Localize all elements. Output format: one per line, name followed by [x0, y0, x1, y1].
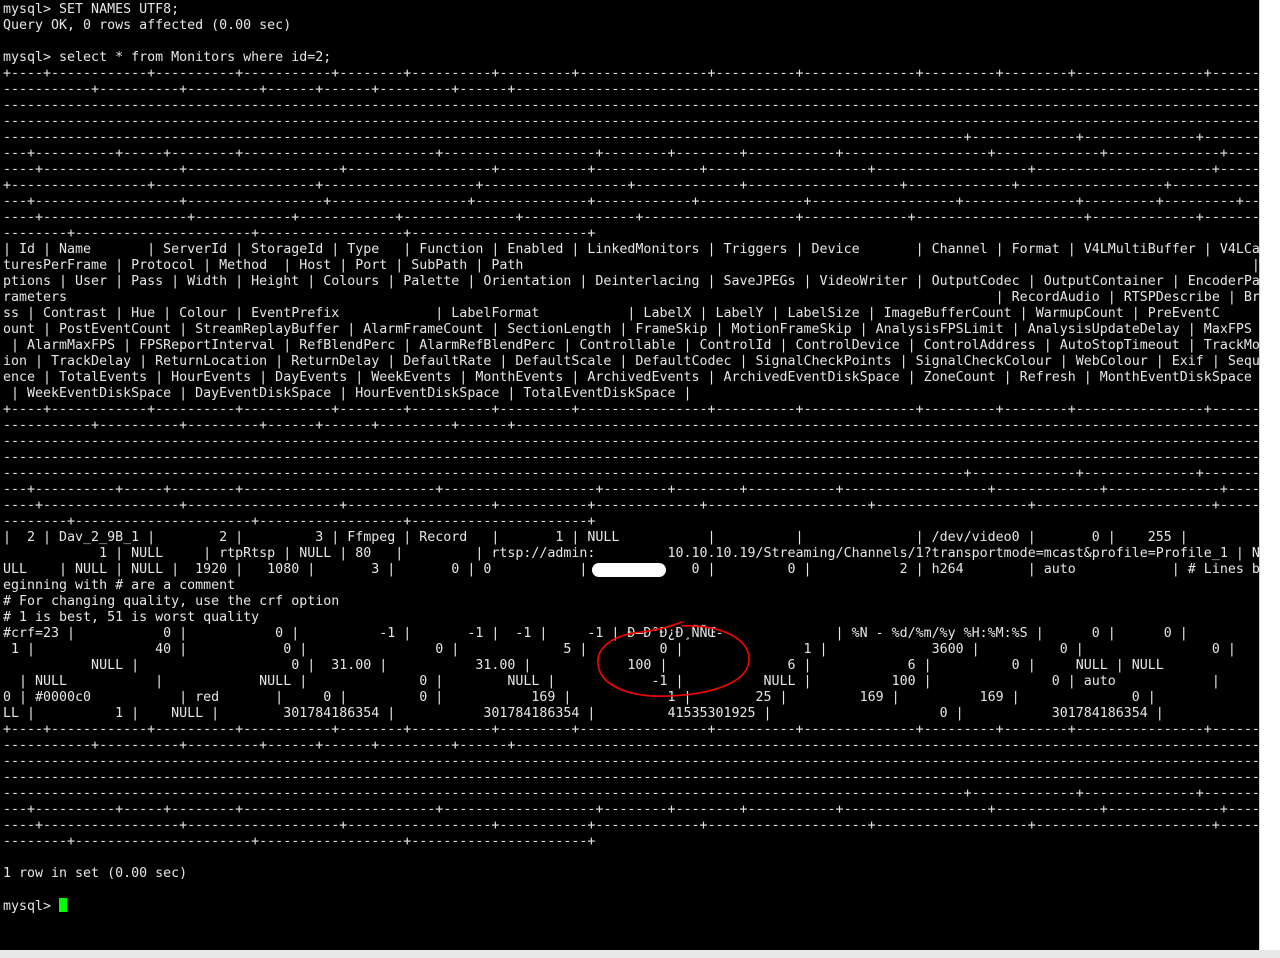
- terminal-line: ---+----------+-----+--------+----------…: [3, 802, 1259, 817]
- terminal-line: +----+------------+----------+----------…: [3, 402, 1259, 417]
- terminal-line: ount | PostEventCount | StreamReplayBuff…: [3, 322, 1252, 337]
- terminal-line: 1 row in set (0.00 sec): [3, 866, 188, 881]
- terminal-line: 1 | NULL | rtpRtsp | NULL | 80 | | rtsp:…: [3, 546, 1259, 561]
- prompt-text: mysql>: [3, 899, 60, 914]
- terminal-window[interactable]: mysql> SET NAMES UTF8; Query OK, 0 rows a…: [0, 0, 1259, 950]
- terminal-line: ----------------------------------------…: [3, 434, 1259, 449]
- terminal-line: +----+------------+----------+----------…: [3, 722, 1259, 737]
- terminal-line: ence | TotalEvents | HourEvents | DayEve…: [3, 370, 1252, 385]
- terminal-line: ion | TrackDelay | ReturnLocation | Retu…: [3, 354, 1259, 369]
- terminal-line: --------+----------------------+--------…: [3, 514, 596, 529]
- terminal-line: ----------------------------------------…: [3, 770, 1259, 785]
- terminal-line: Query OK, 0 rows affected (0.00 sec): [3, 18, 292, 33]
- terminal-line: rameters | RecordAudio | RTSPDescribe | …: [3, 290, 1259, 305]
- redacted-credentials: [592, 563, 666, 577]
- terminal-line: | WeekEventDiskSpace | DayEventDiskSpace…: [3, 386, 692, 401]
- terminal-line: ---+------------------+-----------------…: [3, 194, 1259, 209]
- terminal-line: ----------------------------------------…: [3, 466, 1259, 481]
- terminal-line: eginning with # are a comment: [3, 578, 236, 593]
- terminal-line: ----------------------------------------…: [3, 754, 1259, 769]
- annotation-ellipse-path: [597, 621, 750, 697]
- terminal-line: mysql> SET NAMES UTF8;: [3, 2, 180, 17]
- terminal-line: turesPerFrame | Protocol | Method | Host…: [3, 258, 1259, 273]
- red-circle-annotation: [597, 621, 750, 697]
- terminal-line: ----+-----------------+-----------------…: [3, 162, 1259, 177]
- terminal-line: --------+----------------------+--------…: [3, 834, 596, 849]
- terminal-line: # For changing quality, use the crf opti…: [3, 594, 340, 609]
- terminal-line: ----+------------------+------------+---…: [3, 210, 1259, 225]
- terminal-line: ----+-----------------+-----------------…: [3, 498, 1259, 513]
- window-bottom-edge: [0, 950, 1280, 958]
- terminal-line: +-----------------+--------------------+…: [3, 178, 1259, 193]
- terminal-line: ----------------------------------------…: [3, 114, 1259, 129]
- terminal-line: +----+------------+----------+----------…: [3, 66, 1259, 81]
- terminal-line: | 2 | Dav_2_9B_1 | 2 | 3 | Ffmpeg | Reco…: [3, 530, 1259, 545]
- terminal-line: ---+----------+-----+--------+----------…: [3, 482, 1259, 497]
- prompt-line[interactable]: mysql>: [3, 898, 1259, 914]
- terminal-line: ptions | User | Pass | Width | Height | …: [3, 274, 1259, 289]
- terminal-line: ----+-----------------+-----------------…: [3, 818, 1259, 833]
- scrollbar-thumb[interactable]: [1263, 2, 1277, 942]
- terminal-line: -----------+----------+---------+------+…: [3, 82, 1259, 97]
- terminal-output: mysql> SET NAMES UTF8; Query OK, 0 rows a…: [3, 2, 1259, 914]
- terminal-line: -----------+----------+---------+------+…: [3, 418, 1259, 433]
- terminal-line: ----------------------------------------…: [3, 130, 1259, 145]
- terminal-line: --------+----------------------+--------…: [3, 226, 596, 241]
- terminal-line: ---+----------+-----+--------+----------…: [3, 146, 1259, 161]
- terminal-line: ----------------------------------------…: [3, 98, 1259, 113]
- terminal-line: mysql> select * from Monitors where id=2…: [3, 50, 332, 65]
- terminal-line: ----------------------------------------…: [3, 786, 1259, 801]
- terminal-line: | Id | Name | ServerId | StorageId | Typ…: [3, 242, 1259, 257]
- terminal-line: LL | 1 | NULL | 301784186354 | 301784186…: [3, 706, 1164, 721]
- text-cursor: [59, 898, 68, 912]
- terminal-line: ss | Contrast | Hue | Colour | EventPref…: [3, 306, 1220, 321]
- vertical-scrollbar[interactable]: [1259, 0, 1280, 950]
- terminal-line: -----------+----------+---------+------+…: [3, 738, 1259, 753]
- terminal-line: | AlarmMaxFPS | FPSReportInterval | RefB…: [3, 338, 1259, 353]
- terminal-line: ----------------------------------------…: [3, 450, 1259, 465]
